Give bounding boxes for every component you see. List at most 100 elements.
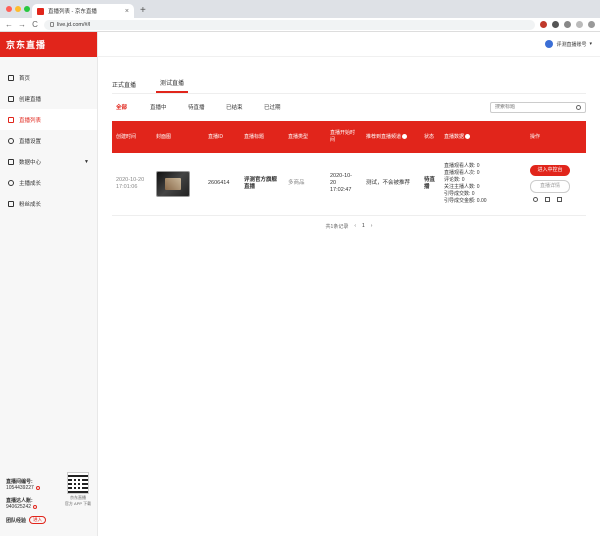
sidebar-item-label: 粉丝成长 bbox=[19, 201, 42, 208]
user-name: 评测直播账号 bbox=[556, 41, 587, 48]
cell-recommend: 测试，不会被推荐 bbox=[362, 153, 420, 216]
col-start: 直播开始时间 bbox=[330, 130, 356, 143]
maximize-window-icon[interactable] bbox=[24, 6, 30, 12]
video-icon bbox=[8, 95, 14, 102]
org-row: 团队经验 进入 bbox=[6, 516, 92, 524]
account-value: 1054439227 bbox=[6, 485, 34, 491]
live-table: 创建时间 封面图 直播ID 直播标题 直播类型 直播开始时间 推荐到直播频道 状… bbox=[112, 121, 586, 216]
table-header-row: 创建时间 封面图 直播ID 直播标题 直播类型 直播开始时间 推荐到直播频道 状… bbox=[112, 121, 586, 153]
talent-value: 940625242 bbox=[6, 504, 32, 510]
logo[interactable]: 京东直播 bbox=[0, 32, 97, 57]
reload-icon[interactable]: C bbox=[31, 20, 39, 29]
filter-pending[interactable]: 待直播 bbox=[188, 103, 226, 111]
col-title: 直播标题 bbox=[244, 133, 265, 140]
enter-button[interactable]: 进入 bbox=[29, 516, 47, 524]
sidebar-menu: 首页 创建直播 直播列表 直播设置 数据中心 ▼ 主播成长 粉丝成长 bbox=[0, 57, 97, 214]
delete-icon[interactable] bbox=[557, 197, 562, 203]
cell-actions: 进入中控台 直播详情 bbox=[526, 153, 586, 216]
back-icon[interactable]: ← bbox=[5, 20, 13, 29]
filter-expired[interactable]: 已过期 bbox=[264, 103, 302, 111]
sidebar-item-fan-growth[interactable]: 粉丝成长 bbox=[0, 193, 97, 214]
cell-type: 多商品 bbox=[284, 153, 326, 216]
star-icon[interactable] bbox=[564, 21, 571, 28]
sidebar-item-label: 直播设置 bbox=[19, 138, 42, 145]
top-user-bar[interactable]: 评测直播账号 ▾ bbox=[98, 32, 600, 57]
sidebar-item-live-list[interactable]: 直播列表 bbox=[0, 109, 97, 130]
minimize-window-icon[interactable] bbox=[15, 6, 21, 12]
cell-stats: 直播观看人数: 0 直播观看人次: 0 评论数: 0 关注主播人数: 0 引导成… bbox=[440, 153, 526, 216]
forward-icon[interactable]: → bbox=[18, 20, 26, 29]
chevron-down-icon: ▾ bbox=[589, 41, 592, 47]
app: 京东直播 首页 创建直播 直播列表 直播设置 数据中心 ▼ 主播成长 粉丝成长 … bbox=[0, 32, 600, 536]
sidebar-item-create-live[interactable]: 创建直播 bbox=[0, 88, 97, 109]
tab-title: 直播列表 - 京东直播 bbox=[48, 9, 97, 15]
cell-title: 评测官方旗舰直播 bbox=[240, 153, 284, 216]
copy-icon[interactable] bbox=[35, 486, 40, 490]
lock-icon bbox=[50, 22, 54, 27]
browser-tab[interactable]: 直播列表 - 京东直播 × bbox=[32, 4, 134, 18]
filter-live[interactable]: 直播中 bbox=[150, 103, 188, 111]
next-page-icon[interactable]: › bbox=[371, 223, 373, 229]
prev-page-icon[interactable]: ‹ bbox=[354, 223, 356, 229]
cell-start: 2020-10-20 17:02:47 bbox=[326, 153, 362, 216]
sidebar-item-label: 首页 bbox=[19, 75, 31, 82]
sidebar-item-label: 直播列表 bbox=[19, 117, 42, 124]
cell-cover bbox=[152, 153, 204, 216]
list-icon bbox=[8, 116, 14, 123]
col-recommend: 推荐到直播频道 bbox=[362, 121, 420, 153]
extensions bbox=[540, 21, 595, 28]
cell-id: 2606414 bbox=[204, 153, 240, 216]
window-controls[interactable] bbox=[6, 6, 30, 12]
info-icon[interactable] bbox=[465, 133, 471, 139]
copy-icon[interactable] bbox=[33, 505, 38, 509]
search-box bbox=[490, 101, 586, 113]
extension-icon[interactable] bbox=[540, 21, 547, 28]
url-field[interactable]: live.jd.com/#/l bbox=[44, 19, 535, 30]
tab-formal-live[interactable]: 正式直播 bbox=[112, 80, 136, 93]
search-icon[interactable] bbox=[576, 104, 581, 110]
search-input[interactable] bbox=[495, 104, 576, 110]
qr-code bbox=[67, 472, 89, 494]
sidebar-item-label: 创建直播 bbox=[19, 96, 42, 103]
table-row: 2020-10-20 17:01:06 2606414 评测官方旗舰直播 多商品… bbox=[112, 153, 586, 216]
browser-tabbar: 直播列表 - 京东直播 × + bbox=[0, 0, 600, 18]
stat-viewers: 直播观看人数: 0 bbox=[444, 162, 480, 169]
chevron-down-icon: ▼ bbox=[84, 158, 89, 165]
qr-caption-2: 官方 APP 下载 bbox=[64, 501, 92, 506]
tab-test-live[interactable]: 测试直播 bbox=[156, 78, 189, 93]
sidebar-item-live-settings[interactable]: 直播设置 bbox=[0, 130, 97, 151]
cover-image[interactable] bbox=[156, 170, 190, 197]
filter-ended[interactable]: 已结束 bbox=[226, 103, 264, 111]
close-window-icon[interactable] bbox=[6, 6, 12, 12]
filter-all[interactable]: 全部 bbox=[112, 103, 150, 111]
stat-views: 直播观看人次: 0 bbox=[444, 169, 480, 176]
user-icon bbox=[8, 179, 14, 186]
info-icon[interactable] bbox=[402, 133, 408, 139]
row-op-icons bbox=[530, 197, 582, 203]
sidebar-item-label: 主播成长 bbox=[19, 180, 42, 187]
sidebar-item-data-center[interactable]: 数据中心 ▼ bbox=[0, 151, 97, 172]
new-tab-icon[interactable]: + bbox=[140, 5, 146, 16]
clock-icon[interactable] bbox=[533, 197, 538, 203]
sidebar-item-label: 数据中心 bbox=[19, 159, 42, 166]
enter-console-button[interactable]: 进入中控台 bbox=[530, 165, 570, 177]
col-stats: 直播数据 bbox=[440, 121, 526, 153]
stat-orders: 引导成交数: 0 bbox=[444, 190, 475, 197]
url-text: live.jd.com/#/l bbox=[57, 21, 91, 28]
page-number[interactable]: 1 bbox=[362, 223, 365, 229]
profile-icon[interactable] bbox=[576, 21, 583, 28]
col-type: 直播类型 bbox=[288, 133, 309, 140]
main-content: 评测直播账号 ▾ 正式直播 测试直播 全部 直播中 待直播 已结束 已过期 搜索… bbox=[98, 32, 600, 536]
home-icon bbox=[8, 74, 14, 81]
gear-icon bbox=[8, 137, 14, 144]
extension-icon[interactable] bbox=[552, 21, 559, 28]
qr-code-block: 京东直播 官方 APP 下载 bbox=[64, 472, 92, 506]
edit-icon[interactable] bbox=[545, 197, 550, 203]
sidebar-item-anchor-growth[interactable]: 主播成长 bbox=[0, 172, 97, 193]
col-actions: 操作 bbox=[530, 133, 541, 140]
menu-icon[interactable] bbox=[588, 21, 595, 28]
cell-created: 2020-10-20 17:01:06 bbox=[112, 153, 152, 216]
tab-close-icon[interactable]: × bbox=[125, 8, 129, 15]
sidebar-item-home[interactable]: 首页 bbox=[0, 67, 97, 88]
live-detail-button[interactable]: 直播详情 bbox=[530, 180, 570, 194]
